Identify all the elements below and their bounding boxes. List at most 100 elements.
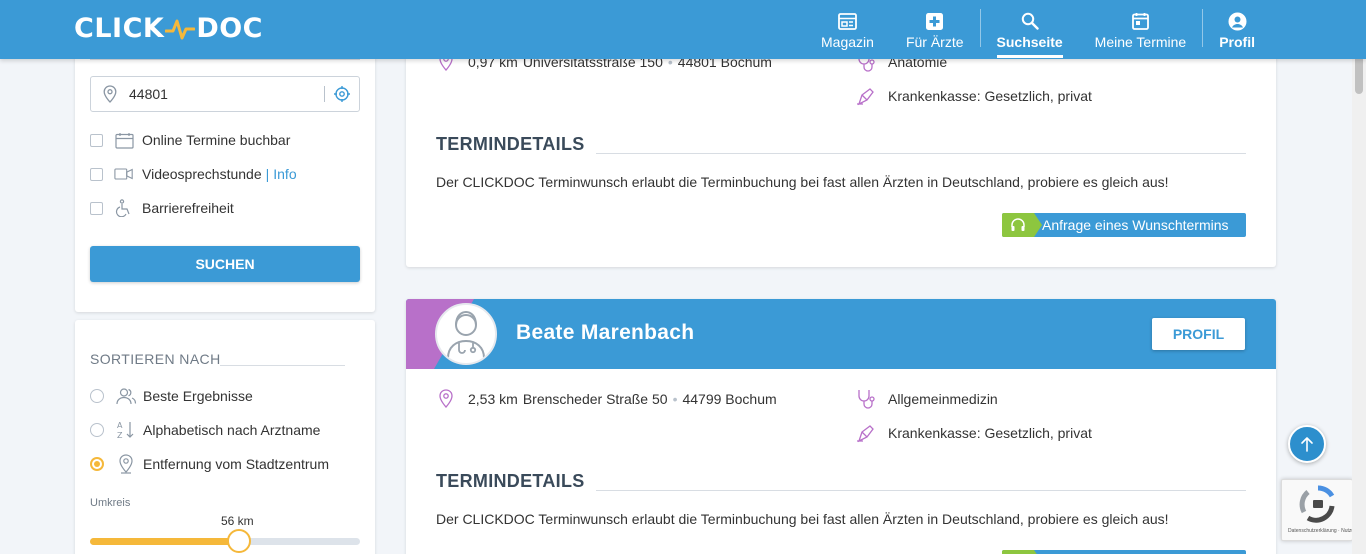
nav-label: Magazin <box>821 34 874 50</box>
insurance-row: Krankenkasse: Gesetzlich, privat <box>856 422 1092 444</box>
radius-value: 56 km <box>221 514 254 528</box>
map-pin-icon <box>436 388 456 410</box>
zip-city: 44799 Bochum <box>682 391 777 407</box>
info-link[interactable]: Info <box>273 166 296 182</box>
radio-button[interactable] <box>90 423 104 437</box>
scroll-to-top-button[interactable] <box>1288 425 1326 463</box>
pulse-icon <box>165 19 196 39</box>
video-camera-icon <box>114 165 134 183</box>
details-text: Der CLICKDOC Terminwunsch erlaubt die Te… <box>436 511 1169 527</box>
request-label: Anfrage eines Wunschtermins <box>1042 217 1229 233</box>
separator-dot: • <box>672 391 678 407</box>
calendar-icon <box>114 131 134 149</box>
filter-label: Barrierefreiheit <box>142 200 234 216</box>
doctor-avatar-icon <box>447 310 485 359</box>
checkbox[interactable] <box>90 133 103 147</box>
nav-fuer-aerzte[interactable]: Für Ärzte <box>890 0 980 59</box>
insurance: Krankenkasse: Gesetzlich, privat <box>888 88 1092 104</box>
radius-label: Umkreis <box>90 497 131 509</box>
recaptcha-icon <box>1299 485 1335 523</box>
divider <box>596 490 1246 491</box>
sort-alpha-icon: AZ <box>115 420 137 440</box>
stethoscope-icon <box>856 388 876 410</box>
user-circle-icon <box>1227 11 1247 31</box>
map-pin-icon <box>91 85 129 103</box>
sort-option-best[interactable]: Beste Ergebnisse <box>90 386 253 406</box>
search-icon <box>1020 11 1040 31</box>
filter-accessibility[interactable]: Barrierefreiheit <box>90 199 234 217</box>
doctor-card: Beate Marenbach PROFIL 2,53 km Brensched… <box>406 299 1276 554</box>
radius-slider-track[interactable] <box>90 538 360 545</box>
nav-suchseite[interactable]: Suchseite <box>981 0 1079 59</box>
request-appointment-button[interactable] <box>1002 550 1246 554</box>
radio-button-selected[interactable] <box>90 457 104 471</box>
svg-text:Z: Z <box>117 431 123 440</box>
sort-option-distance[interactable]: Entfernung vom Stadtzentrum <box>90 454 329 474</box>
nav-label: Profil <box>1219 34 1255 50</box>
radius-slider-handle[interactable] <box>226 529 251 553</box>
nav-label: Für Ärzte <box>905 34 964 50</box>
main-nav: Magazin Für Ärzte Suchseite Meine Termin… <box>805 0 1271 59</box>
doctor-header: Beate Marenbach PROFIL <box>406 299 1276 369</box>
location-input[interactable]: 44801 <box>90 76 360 112</box>
map-pin-icon <box>115 454 137 474</box>
calendar-icon <box>1130 11 1150 31</box>
filter-panel: 44801 Online Termine buchbar Videosprech… <box>75 40 375 312</box>
sort-option-alphabetical[interactable]: AZ Alphabetisch nach Arztname <box>90 420 320 440</box>
logo-text-left: CLICK <box>74 13 165 44</box>
medical-cross-icon <box>925 11 945 31</box>
users-icon <box>115 386 137 406</box>
sort-panel: SORTIEREN NACH Beste Ergebnisse AZ Alpha… <box>75 320 375 554</box>
sort-label: Alphabetisch nach Arztname <box>143 422 321 438</box>
sort-title: SORTIEREN NACH <box>90 351 221 367</box>
sort-label: Entfernung vom Stadtzentrum <box>143 456 329 472</box>
nav-profil[interactable]: Profil <box>1203 0 1271 59</box>
location-value: 44801 <box>129 86 168 102</box>
nav-meine-termine[interactable]: Meine Termine <box>1079 0 1203 59</box>
search-button[interactable]: SUCHEN <box>90 246 360 282</box>
filter-label: Videosprechstunde <box>142 166 262 182</box>
headset-icon <box>1002 213 1042 237</box>
page-scrollbar[interactable] <box>1352 0 1366 554</box>
svg-text:A: A <box>117 421 123 430</box>
nav-label: Suchseite <box>996 34 1063 50</box>
radio-button[interactable] <box>90 389 104 403</box>
details-text: Der CLICKDOC Terminwunsch erlaubt die Te… <box>436 174 1169 190</box>
radius-slider-fill <box>90 538 239 545</box>
details-title: TERMINDETAILS <box>436 471 585 491</box>
recaptcha-badge[interactable]: Datenschutzerklärung · Nutzungsbedingung… <box>1281 479 1366 541</box>
insurance-card-icon <box>856 85 876 107</box>
arrow-up-icon <box>1301 437 1313 452</box>
filter-label: Online Termine buchbar <box>142 132 291 148</box>
wheelchair-icon <box>114 199 134 217</box>
insurance-card-icon <box>856 422 876 444</box>
accent-stripe <box>406 299 434 369</box>
clickdoc-logo[interactable]: CLICK DOC <box>74 13 263 44</box>
logo-text-right: DOC <box>196 13 263 44</box>
checkbox[interactable] <box>90 167 103 181</box>
newspaper-icon <box>837 11 857 31</box>
doctor-name[interactable]: Beate Marenbach <box>516 321 694 345</box>
previous-input-edge <box>90 59 360 60</box>
address-row: 2,53 km Brenscheder Straße 50 • 44799 Bo… <box>436 388 777 410</box>
filter-online-booking[interactable]: Online Termine buchbar <box>90 131 290 149</box>
avatar <box>435 303 497 365</box>
specialty-row: Allgemeinmedizin <box>856 388 998 410</box>
nav-label: Meine Termine <box>1094 34 1187 50</box>
insurance-row: Krankenkasse: Gesetzlich, privat <box>856 85 1092 107</box>
specialty: Allgemeinmedizin <box>888 391 998 407</box>
request-appointment-button[interactable]: Anfrage eines Wunschtermins <box>1002 213 1246 237</box>
checkbox[interactable] <box>90 201 103 215</box>
divider <box>596 153 1246 154</box>
filter-video-consultation[interactable]: Videosprechstunde | Info <box>90 165 297 183</box>
headset-icon <box>1002 550 1042 554</box>
divider <box>220 365 345 366</box>
street: Brenscheder Straße 50 <box>522 391 668 407</box>
sort-label: Beste Ergebnisse <box>143 388 253 404</box>
details-title: TERMINDETAILS <box>436 134 585 154</box>
nav-magazin[interactable]: Magazin <box>805 0 890 59</box>
separator: | <box>265 166 270 182</box>
insurance: Krankenkasse: Gesetzlich, privat <box>888 425 1092 441</box>
locate-me-icon[interactable] <box>325 85 359 103</box>
profile-button[interactable]: PROFIL <box>1152 318 1245 350</box>
